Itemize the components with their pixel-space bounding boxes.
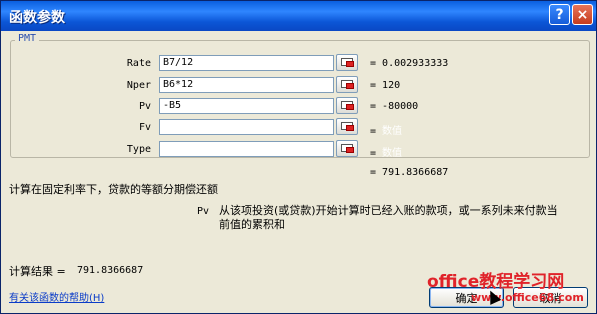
arg-label-pv: Pv (138, 101, 151, 112)
arg-result-fv: = 数值 (370, 126, 403, 137)
cell-ref-icon[interactable] (336, 76, 358, 93)
close-button[interactable]: × (572, 4, 593, 25)
title-bar: 函数参数 ? × (1, 1, 596, 31)
calc-result-label: 计算结果 = (9, 265, 66, 278)
help-icon: ? (555, 6, 564, 23)
arg-input-rate[interactable]: B7/12 (159, 55, 334, 71)
arg-result-pv: = -80000 (370, 101, 419, 112)
arg-result-type: = 数值 (370, 148, 403, 159)
function-name-label: PMT (15, 33, 40, 44)
arg-result-rate: = 0.002933333 (370, 58, 449, 69)
function-result: = 791.8366687 (370, 167, 449, 178)
arg-input-fv[interactable] (159, 119, 334, 135)
arg-label-fv: Fv (138, 122, 151, 133)
arg-input-nper[interactable]: B6*12 (159, 77, 334, 93)
calc-result-value: 791.8366687 (77, 265, 144, 276)
cell-ref-icon[interactable] (336, 97, 358, 114)
dialog-title: 函数参数 (9, 10, 65, 26)
arg-result-nper: = 120 (370, 80, 401, 91)
arg-input-type[interactable] (159, 141, 334, 157)
arg-input-pv[interactable]: -B5 (159, 98, 334, 114)
arg-label-rate: Rate (126, 58, 151, 69)
function-arguments-dialog: 函数参数 ? × PMT Rate B7/12 = 0.002933333 Np… (0, 0, 597, 314)
arg-help-name: Pv (197, 206, 210, 217)
arg-help-text-line2: 前值的累积和 (219, 218, 285, 231)
function-description: 计算在固定利率下，贷款的等额分期偿还额 (9, 183, 218, 196)
cell-ref-icon[interactable] (336, 118, 358, 135)
arg-label-nper: Nper (126, 80, 151, 91)
cell-ref-icon[interactable] (336, 140, 358, 157)
cell-ref-icon[interactable] (336, 54, 358, 71)
close-icon: × (576, 6, 589, 23)
help-link[interactable]: 有关该函数的帮助(H) (9, 289, 104, 304)
help-button[interactable]: ? (549, 4, 570, 25)
arg-label-type: Type (126, 144, 151, 155)
